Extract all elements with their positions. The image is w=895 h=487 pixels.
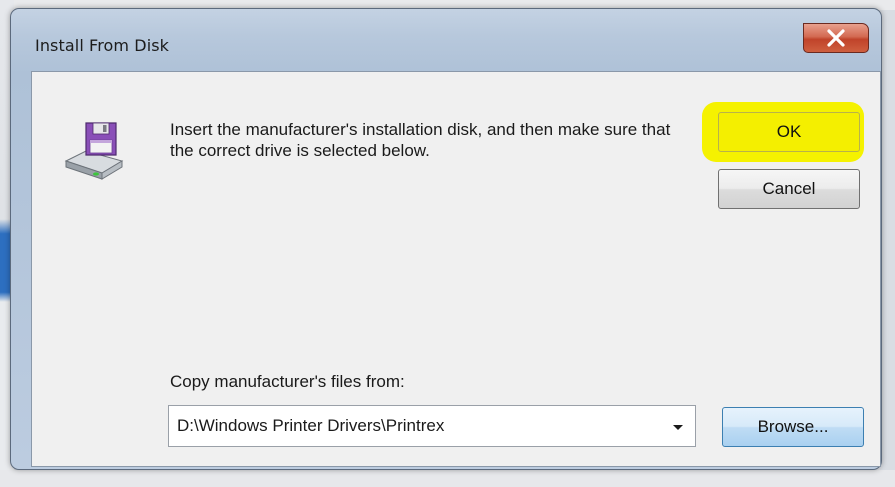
- source-path-value: D:\Windows Printer Drivers\Printrex: [177, 416, 445, 435]
- copy-from-label: Copy manufacturer's files from:: [170, 372, 405, 391]
- dialog-title: Install From Disk: [35, 36, 170, 55]
- ok-button[interactable]: OK: [718, 112, 860, 152]
- source-path-combobox[interactable]: D:\Windows Printer Drivers\Printrex: [168, 405, 696, 447]
- install-from-disk-dialog: Install From Disk Insert the manufacture…: [10, 8, 882, 470]
- floppy-disk-drive-icon: [64, 122, 124, 180]
- instruction-message: Insert the manufacturer's installation d…: [170, 120, 671, 160]
- browse-button[interactable]: Browse...: [722, 407, 864, 447]
- background-bottom: [0, 470, 895, 487]
- dialog-body: Insert the manufacturer's installation d…: [31, 71, 881, 467]
- close-icon: [827, 29, 845, 47]
- close-button[interactable]: [803, 23, 869, 53]
- dropdown-arrow-icon[interactable]: [669, 418, 687, 436]
- cancel-button[interactable]: Cancel: [718, 169, 860, 209]
